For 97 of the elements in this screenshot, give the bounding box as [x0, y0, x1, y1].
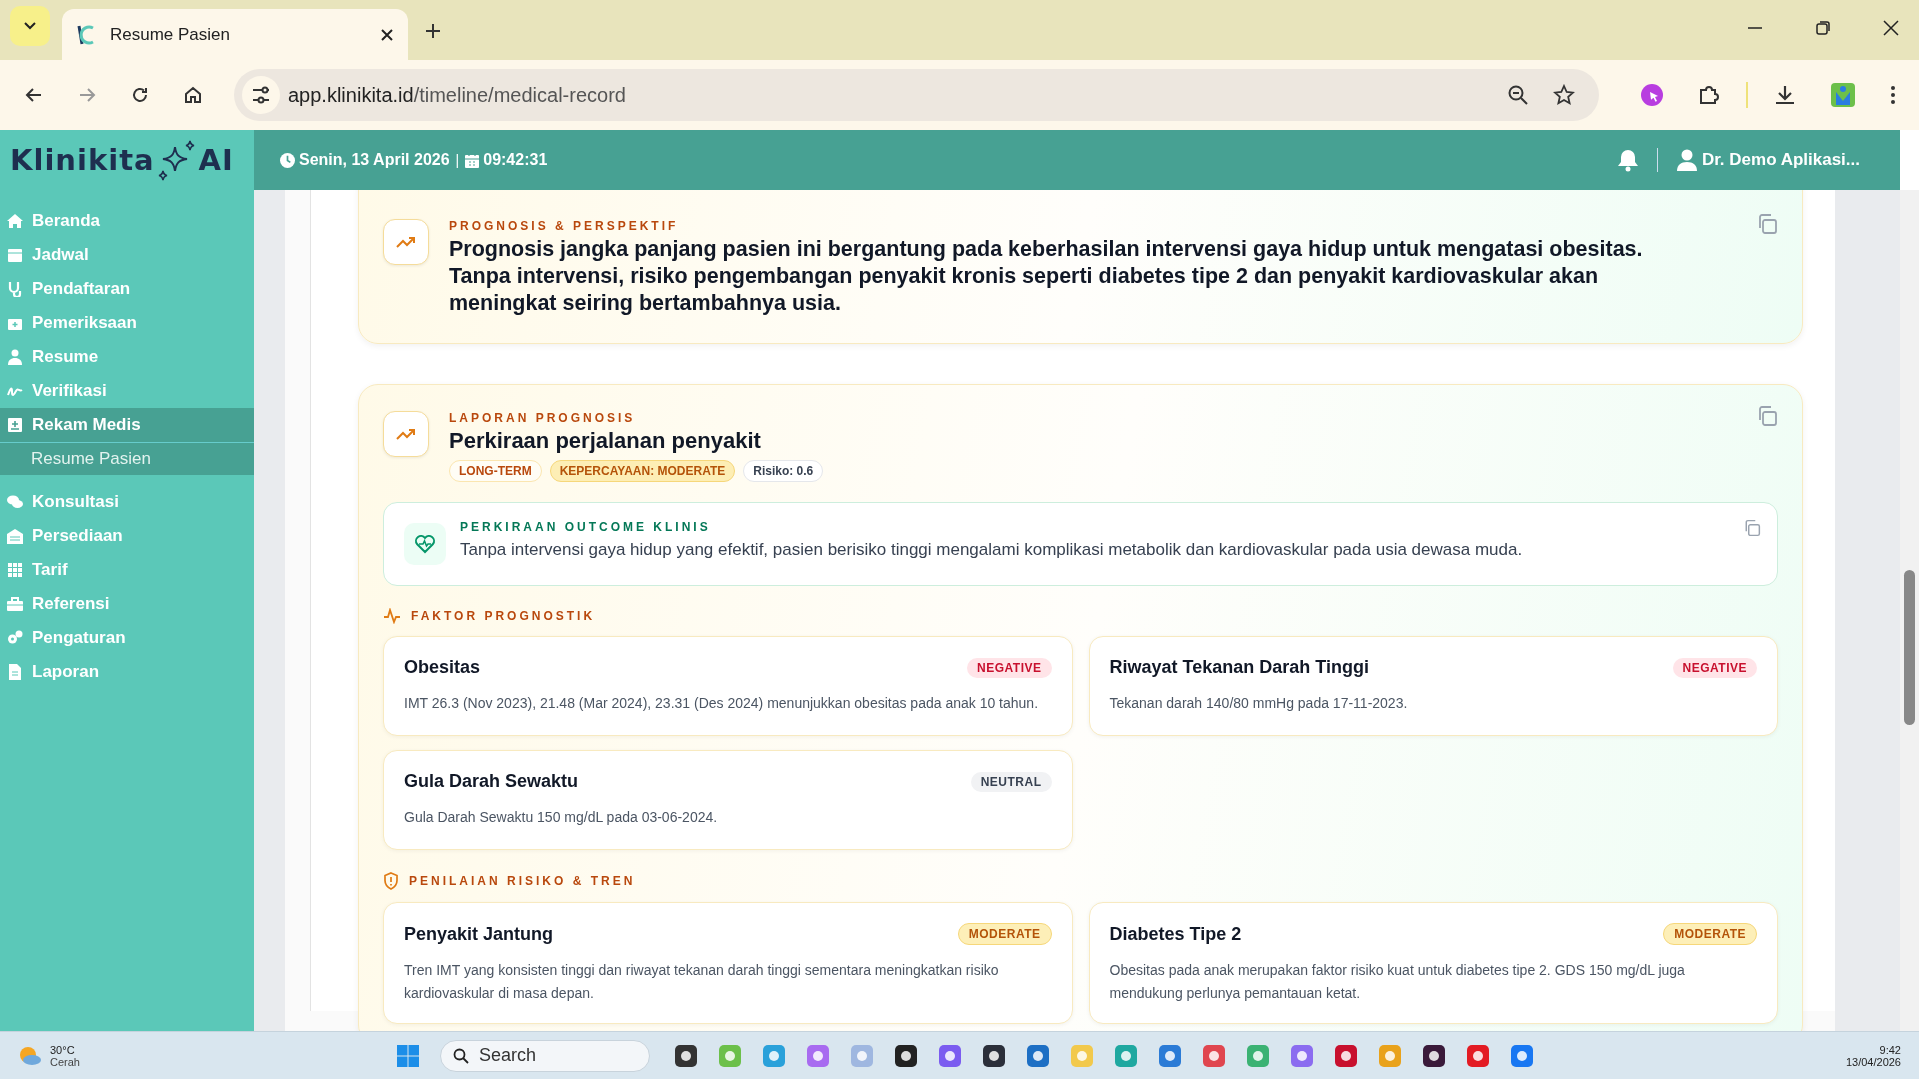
tag: Risiko: 0.6	[743, 460, 824, 482]
medical-file-icon	[7, 417, 23, 433]
status-badge: NEUTRAL	[970, 771, 1052, 792]
site-settings-icon[interactable]	[242, 76, 280, 114]
copy-icon[interactable]	[1756, 405, 1778, 427]
sidebar-item[interactable]: Referensi	[0, 587, 254, 621]
sidebar-item[interactable]: Persediaan	[0, 519, 254, 553]
sidebar-subitem[interactable]: Resume Pasien	[0, 442, 254, 475]
reload-icon[interactable]	[130, 85, 150, 105]
tag: KEPERCAYAAN: MODERATE	[549, 460, 736, 482]
close-icon[interactable]	[1883, 20, 1899, 36]
warehouse-icon	[7, 528, 23, 544]
factor-text: IMT 26.3 (Nov 2023), 21.48 (Mar 2024), 23.31 (Des 2024) menunjukkan obesitas pada anak 10 tahun.	[404, 694, 1040, 713]
sidebar-item[interactable]: Rekam Medis	[0, 408, 254, 442]
section-label: FAKTOR PROGNOSTIK	[411, 609, 596, 623]
prognosis-text: Prognosis jangka panjang pasien ini bergantung pada keberhasilan intervensi gaya hidup untuk mengatasi obesitas. Tanpa intervensi, risiko pengembangan penyakit kronis seperti diabetes tipe 2 dan penyakit kardiovaskular akan meningkat seiring bertambahnya usia.	[449, 236, 1644, 317]
sidebar-item[interactable]: Verifikasi	[0, 374, 254, 408]
star-icon[interactable]	[1553, 84, 1575, 106]
restore-icon[interactable]	[1815, 20, 1831, 36]
section-label: PERKIRAAN OUTCOME KLINIS	[460, 520, 712, 534]
factor-title: Gula Darah Sewaktu	[404, 771, 579, 792]
browser-tab[interactable]: Resume Pasien	[62, 9, 408, 60]
tag: LONG-TERM	[449, 460, 542, 482]
tab-title: Resume Pasien	[110, 24, 231, 45]
shield-alert-icon	[383, 872, 399, 890]
risk-title: Diabetes Tipe 2	[1109, 923, 1242, 945]
clock-date: 13/04/2026	[1845, 1055, 1901, 1068]
sidebar-item[interactable]: Laporan	[0, 655, 254, 689]
trend-icon	[383, 411, 429, 457]
logo-icon	[76, 23, 96, 46]
sidebar-item[interactable]: Konsultasi	[0, 485, 254, 519]
zoom-out-icon[interactable]	[1507, 84, 1529, 106]
home-icon	[7, 213, 23, 229]
document-icon	[7, 664, 23, 680]
factor-text: Gula Darah Sewaktu 150 mg/dL pada 03-06-2024.	[404, 808, 719, 827]
factor-title: Obesitas	[404, 657, 481, 678]
outcome-text: Tanpa intervensi gaya hidup yang efektif, pasien berisiko tinggi mengalami komplikasi metabolik dan kardiovaskular pada usia dewasa muda.	[460, 540, 1524, 560]
status-badge: NEGATIVE	[1672, 657, 1757, 678]
risk-text: Tren IMT yang konsisten tinggi dan riwayat tekanan darah tinggi sementara meningkatkan risiko kardiovaskular di masa depan.	[404, 961, 1000, 1003]
risk-text: Obesitas pada anak merupakan faktor risiko kuat untuk diabetes tipe 2. GDS 150 mg/dL juga mendukung perlunya pemantauan ketat.	[1109, 961, 1686, 1003]
windows-logo-icon[interactable]	[396, 1043, 420, 1068]
date-text: Senin, 13 April 2026	[299, 151, 450, 169]
factor-title: Riwayat Tekanan Darah Tinggi	[1109, 657, 1369, 678]
status-badge: NEGATIVE	[967, 657, 1052, 678]
scrollbar[interactable]	[1900, 190, 1919, 1031]
time-text: 09:42:31	[483, 151, 548, 169]
user-icon	[1675, 149, 1698, 171]
sidebar-item[interactable]: Tarif	[0, 553, 254, 587]
url-text: app.klinikita.id/timeline/medical-record	[288, 83, 627, 107]
address-bar[interactable]: app.klinikita.id/timeline/medical-record	[234, 69, 1599, 121]
chevron-down-icon	[23, 21, 37, 31]
section-label: PROGNOSIS & PERSPEKTIF	[449, 219, 680, 233]
separator-text: |	[455, 152, 460, 168]
copy-icon[interactable]	[1743, 519, 1761, 537]
clock-time: 9:42	[1879, 1043, 1901, 1056]
puzzle-icon[interactable]	[1697, 83, 1721, 107]
download-icon[interactable]	[1773, 83, 1797, 107]
gears-icon	[7, 630, 23, 646]
sidebar-item[interactable]: Pemeriksaan	[0, 306, 254, 340]
status-badge: MODERATE	[957, 923, 1052, 945]
user-doctor-icon	[7, 349, 23, 365]
section-label: PENILAIAN RISIKO & TREN	[409, 874, 636, 888]
status-badge: MODERATE	[1663, 923, 1757, 945]
sidebar-item[interactable]: Pengaturan	[0, 621, 254, 655]
toolbox-icon	[7, 596, 23, 612]
calendar-icon	[465, 152, 480, 168]
copy-icon[interactable]	[1756, 213, 1778, 235]
sidebar-item[interactable]: Jadwal	[0, 238, 254, 272]
clock-icon	[280, 152, 295, 168]
pulse-icon	[383, 608, 401, 624]
figure-extension-icon[interactable]	[1830, 82, 1856, 108]
sparkle-icon	[156, 139, 197, 181]
factor-text: Tekanan darah 140/80 mmHg pada 17-11-2023.	[1109, 694, 1409, 713]
logo[interactable]: Klinikita AI	[0, 130, 254, 190]
sidebar-item[interactable]: Resume	[0, 340, 254, 374]
stethoscope-icon	[7, 281, 23, 297]
user-menu[interactable]: Dr. Demo Aplikasi...	[1675, 149, 1860, 171]
sidebar-item[interactable]: Pendaftaran	[0, 272, 254, 306]
temperature-text: 30°C	[50, 1043, 76, 1056]
home-icon[interactable]	[183, 85, 203, 105]
chat-icon	[7, 494, 23, 510]
close-icon[interactable]	[380, 27, 394, 42]
heart-pulse-icon	[404, 523, 446, 565]
search-field[interactable]: Search	[440, 1039, 650, 1072]
more-icon[interactable]	[1889, 84, 1897, 106]
weather-text: Cerah	[50, 1055, 80, 1068]
search-icon	[453, 1047, 469, 1064]
grid-icon	[7, 562, 23, 578]
sidebar-item[interactable]: Beranda	[0, 204, 254, 238]
bell-icon[interactable]	[1616, 148, 1639, 172]
trend-icon	[383, 219, 429, 265]
risk-title: Penyakit Jantung	[404, 923, 554, 945]
cursor-extension-icon[interactable]	[1640, 83, 1664, 107]
section-label: LAPORAN PROGNOSIS	[449, 411, 637, 425]
report-title: Perkiraan perjalanan penyakit	[449, 428, 762, 454]
calendar-icon	[7, 247, 23, 263]
new-tab-icon[interactable]	[424, 22, 442, 40]
